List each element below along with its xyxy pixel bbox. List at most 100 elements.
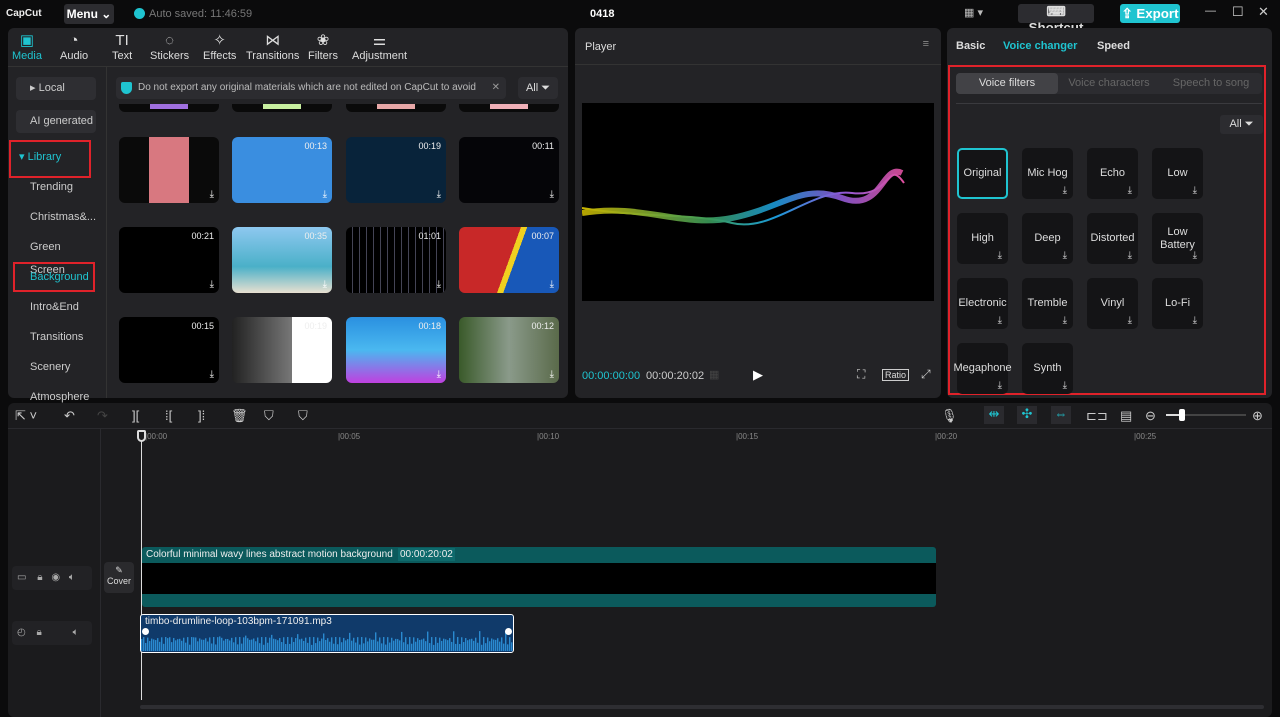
maximize-icon[interactable]: ☐ [1232,4,1244,20]
video-preview[interactable] [581,103,934,301]
download-icon[interactable]: ⤓ [550,189,554,200]
eye-icon[interactable]: ◉ [51,572,60,583]
close-icon[interactable]: ✕ [1258,4,1269,20]
sidebar-item[interactable]: Transitions [16,326,96,349]
media-thumbnail[interactable] [459,104,559,112]
filter-all-button[interactable]: All ⏷ [518,77,558,99]
split-icon[interactable]: ][ [132,408,139,423]
split-right-icon[interactable]: ]⁞ [198,408,205,423]
media-thumbnail[interactable]: 01:01 ⤓ [346,227,446,293]
media-thumbnail[interactable]: ⤓ [119,137,219,203]
download-icon[interactable]: ⤓ [323,189,327,200]
download-icon[interactable]: ⤓ [323,369,327,380]
grid-icon[interactable]: ▦ [709,368,719,381]
media-thumbnail[interactable]: 00:07 ⤓ [459,227,559,293]
zoom-slider-handle[interactable] [1179,409,1185,421]
subtab-speech-to-song[interactable]: Speech to song [1160,73,1262,94]
split-left-icon[interactable]: ⁞[ [165,408,172,423]
media-thumbnail[interactable]: 00:18 ⤓ [346,317,446,383]
sidebar-item[interactable]: Christmas&... [16,206,96,229]
sidebar-item[interactable]: Trending [16,176,96,199]
export-button[interactable]: ⇪ Export [1120,4,1180,23]
preview-axis-icon[interactable]: ⊏⊐ [1086,408,1108,424]
lock-icon[interactable]: 🔒︎ [37,627,42,638]
layout-icon[interactable]: ▦ ▾ [964,6,983,19]
zoom-in-icon[interactable]: ⊕ [1252,408,1263,424]
sidebar-item[interactable]: Green Screen [16,236,96,276]
sidebar-local[interactable]: ▸ Local [16,77,96,100]
tab-effects[interactable]: ✧ Effects [203,32,236,62]
playhead-handle[interactable] [137,430,146,442]
close-notice-icon[interactable]: ✕ [492,77,500,99]
voice-filter-high[interactable]: High ⤓ [957,213,1008,264]
zoom-out-icon[interactable]: ⊖ [1145,408,1156,424]
media-thumbnail[interactable]: 00:19 ⤓ [346,137,446,203]
audio-clip[interactable]: timbo-drumline-loop-103bpm-171091.mp3 [140,614,514,653]
tab-transitions[interactable]: ⋈ Transitions [246,32,299,62]
voice-filter-all-button[interactable]: All ⏷ [1220,115,1263,134]
tab-media[interactable]: ▣ Media [12,32,42,62]
lock-icon[interactable]: 🔒︎ [37,572,42,583]
voice-filter-tremble[interactable]: Tremble ⤓ [1022,278,1073,329]
media-thumbnail[interactable]: 00:11 ⤓ [459,137,559,203]
download-icon[interactable]: ⤓ [437,189,441,200]
magnet-main-track-icon[interactable]: ⇹ [984,406,1004,424]
auto-snap-icon[interactable]: ✣ [1017,406,1037,424]
link-icon[interactable]: ⇔ [1051,406,1071,424]
voice-filter-low[interactable]: Low ⤓ [1152,148,1203,199]
shield-edit-icon[interactable]: ⛉ [264,408,274,424]
voice-filter-megaphone[interactable]: Megaphone ⤓ [953,343,1012,394]
tab-adjustment[interactable]: ⚌ Adjustment [352,32,407,62]
undo-icon[interactable]: ↶ [64,408,75,424]
tab-voice-changer[interactable]: Voice changer [1003,40,1077,52]
zoom-fit-icon[interactable]: ⛶ [857,367,865,382]
download-icon[interactable]: ⤓ [210,189,214,200]
voice-filter-echo[interactable]: Echo ⤓ [1087,148,1138,199]
play-button[interactable]: ▶ [753,367,763,383]
subtab-voice-characters[interactable]: Voice characters [1058,73,1160,94]
cover-button[interactable]: ✎ Cover [104,562,134,593]
media-thumbnail[interactable]: 00:13 ⤓ [232,137,332,203]
tab-audio[interactable]: ◔ Audio [60,32,88,62]
voice-filter-lo-fi[interactable]: Lo-Fi ⤓ [1152,278,1203,329]
trim-left-handle[interactable] [142,628,149,635]
sidebar-ai-generated[interactable]: AI generated [16,110,96,133]
tab-text[interactable]: TI Text [112,32,132,62]
shield-icon[interactable]: ⛉ [298,408,308,424]
download-icon[interactable]: ⤓ [550,369,554,380]
select-tool-icon[interactable]: ⇱ ˅ [15,408,37,424]
sidebar-item[interactable]: Scenery [16,356,96,379]
voice-filter-distorted[interactable]: Distorted ⤓ [1087,213,1138,264]
sidebar-item[interactable]: Background [13,262,95,292]
player-menu-icon[interactable]: ≡ [923,38,929,50]
download-icon[interactable]: ⤓ [210,279,214,290]
redo-icon[interactable]: ↷ [97,408,108,424]
video-clip[interactable]: Colorful minimal wavy lines abstract mot… [142,547,936,607]
tab-filters[interactable]: ❀ Filters [308,32,338,62]
subtab-voice-filters[interactable]: Voice filters [956,73,1058,94]
voice-filter-synth[interactable]: Synth ⤓ [1022,343,1073,394]
download-icon[interactable]: ⤓ [323,279,327,290]
delete-icon[interactable]: 🗑 [231,408,248,424]
voice-filter-vinyl[interactable]: Vinyl ⤓ [1087,278,1138,329]
menu-button[interactable]: Menu ⌄ [64,4,114,24]
media-thumbnail[interactable] [346,104,446,112]
tab-stickers[interactable]: ◌ Stickers [150,32,189,62]
timeline-scrollbar[interactable] [140,705,1264,709]
media-thumbnail[interactable] [119,104,219,112]
trim-right-handle[interactable] [505,628,512,635]
voice-filter-mic-hog[interactable]: Mic Hog ⤓ [1022,148,1073,199]
tab-basic[interactable]: Basic [956,40,985,52]
volume-icon[interactable]: 🔈︎ [69,572,75,583]
media-thumbnail[interactable]: 00:21 ⤓ [119,227,219,293]
zoom-slider[interactable] [1166,409,1246,421]
voice-filter-deep[interactable]: Deep ⤓ [1022,213,1073,264]
zoom-to-fit-icon[interactable]: ▤ [1120,408,1132,424]
shortcut-button[interactable]: ⌨ Shortcut [1018,4,1094,35]
media-thumbnail[interactable]: 00:12 ⤓ [459,317,559,383]
download-icon[interactable]: ⤓ [437,279,441,290]
microphone-icon[interactable]: 🎙 [941,408,958,424]
fullscreen-icon[interactable]: ⤢ [921,367,931,382]
media-thumbnail[interactable]: 00:19 ⤓ [232,317,332,383]
voice-filter-electronic[interactable]: Electronic ⤓ [957,278,1008,329]
